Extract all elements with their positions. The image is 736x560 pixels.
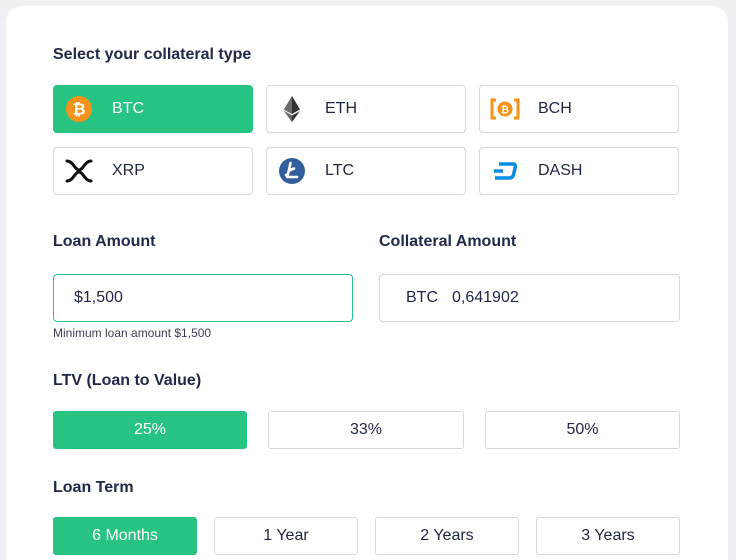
coin-label: ETH <box>325 100 357 117</box>
coin-option-btc[interactable]: ₿ BTC <box>53 85 253 133</box>
loan-amount-input[interactable]: $1,500 <box>53 274 353 322</box>
ethereum-icon <box>277 94 307 124</box>
term-option-6-months[interactable]: 6 Months <box>53 517 197 555</box>
ltv-title: LTV (Loan to Value) <box>53 372 202 389</box>
coin-label: XRP <box>112 162 145 179</box>
coin-label: DASH <box>538 162 583 179</box>
term-option-label: 1 Year <box>263 527 309 544</box>
ltv-option-25[interactable]: 25% <box>53 411 247 449</box>
dash-icon <box>490 156 520 186</box>
term-option-3-years[interactable]: 3 Years <box>536 517 680 555</box>
xrp-icon <box>64 156 94 186</box>
term-option-2-years[interactable]: 2 Years <box>375 517 519 555</box>
loan-term-title: Loan Term <box>53 479 134 496</box>
ltv-option-50[interactable]: 50% <box>485 411 680 449</box>
coin-label: BCH <box>538 100 572 117</box>
collateral-amount-field[interactable]: BTC 0,641902 <box>379 274 680 322</box>
term-option-1-year[interactable]: 1 Year <box>214 517 358 555</box>
coin-option-eth[interactable]: ETH <box>266 85 466 133</box>
ltv-option-33[interactable]: 33% <box>268 411 464 449</box>
term-option-label: 3 Years <box>581 527 635 544</box>
litecoin-icon <box>277 156 307 186</box>
term-option-label: 2 Years <box>420 527 474 544</box>
coin-option-xrp[interactable]: XRP <box>53 147 253 195</box>
coin-label: BTC <box>112 100 144 117</box>
bitcoin-icon: ₿ <box>64 94 94 124</box>
coin-option-bch[interactable]: ₿ BCH <box>479 85 679 133</box>
ltv-option-label: 25% <box>133 421 167 438</box>
loan-amount-label: Loan Amount <box>53 233 156 250</box>
collateral-amount-value: 0,641902 <box>452 289 519 306</box>
term-option-label: 6 Months <box>92 527 158 544</box>
collateral-amount-label: Collateral Amount <box>379 233 517 250</box>
ltv-option-label: 50% <box>566 421 599 438</box>
collateral-currency: BTC <box>406 289 438 306</box>
coin-option-ltc[interactable]: LTC <box>266 147 466 195</box>
loan-amount-value: $1,500 <box>74 289 123 306</box>
svg-text:₿: ₿ <box>501 104 509 116</box>
coin-label: LTC <box>325 162 355 179</box>
svg-text:₿: ₿ <box>72 100 85 119</box>
coin-option-dash[interactable]: DASH <box>479 147 679 195</box>
bitcoin-cash-icon: ₿ <box>490 94 520 124</box>
ltv-option-label: 33% <box>349 421 383 438</box>
collateral-type-title: Select your collateral type <box>53 46 252 63</box>
loan-calculator-card: Select your collateral type ₿ BTC ETH ₿ … <box>6 6 728 560</box>
minimum-loan-hint: Minimum loan amount $1,500 <box>53 326 212 340</box>
